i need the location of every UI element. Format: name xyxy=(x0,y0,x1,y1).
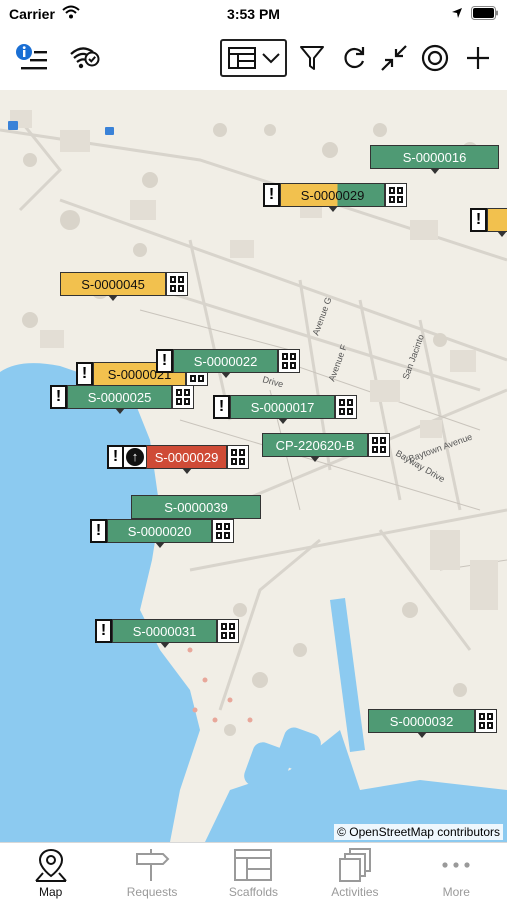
qr-code-icon xyxy=(172,385,194,409)
collapse-icon xyxy=(381,45,407,71)
qr-code-icon xyxy=(166,272,188,296)
scaffold-marker[interactable]: ! S-0000017 xyxy=(213,395,357,424)
marker-label: S-0000025 xyxy=(67,385,172,414)
refresh-icon xyxy=(344,47,365,69)
street-label-san-jacinto: San Jacinto xyxy=(400,333,425,381)
marker-label: S-0000029 xyxy=(280,183,385,212)
qr-code-icon xyxy=(212,519,234,543)
qr-code-icon xyxy=(335,395,357,419)
tab-label: More xyxy=(442,885,470,899)
qr-code-icon xyxy=(278,349,300,373)
marker-label: S-0000032 xyxy=(368,709,475,738)
warning-icon: ! xyxy=(50,385,67,409)
map-pin-icon xyxy=(34,848,67,882)
warning-icon: ! xyxy=(213,395,230,419)
warning-icon: ! xyxy=(76,362,93,386)
qr-code-icon xyxy=(227,445,249,469)
status-bar: Carrier 3:53 PM xyxy=(0,0,507,30)
map-view[interactable]: Avenue G Avenue F San Jacinto Baytown Av… xyxy=(0,90,507,842)
tab-scaffolds[interactable]: Scaffolds xyxy=(203,843,304,900)
more-dots-icon xyxy=(442,862,470,868)
qr-code-icon xyxy=(368,433,390,457)
warning-icon: ! xyxy=(107,445,124,469)
scaffold-grid-icon xyxy=(234,849,273,881)
scaffold-marker[interactable]: ! S-0000020 xyxy=(90,519,234,548)
lift-icon: ↑ xyxy=(124,445,146,469)
target-icon xyxy=(421,44,449,72)
scaffold-marker[interactable]: ! ↑ S-0000029 xyxy=(107,445,249,474)
collapse-button[interactable] xyxy=(378,40,410,76)
map-attribution[interactable]: © OpenStreetMap contributors xyxy=(334,824,503,840)
qr-code-icon xyxy=(217,619,239,643)
table-layout-icon xyxy=(227,47,256,69)
scaffold-marker[interactable]: S-0000032 xyxy=(368,709,497,738)
locate-button[interactable] xyxy=(418,40,452,76)
marker-label: S-0000017 xyxy=(230,395,335,424)
marker-label: S-0000031 xyxy=(112,619,217,648)
tab-activities[interactable]: Activities xyxy=(304,843,405,900)
location-arrow-icon xyxy=(452,8,462,18)
filter-icon xyxy=(300,46,324,70)
street-label-avenue-f: Avenue F xyxy=(326,343,349,383)
tab-requests[interactable]: Requests xyxy=(101,843,202,900)
scaffold-marker[interactable]: ! S-0000031 xyxy=(95,619,239,648)
tab-label: Activities xyxy=(331,885,379,899)
chevron-down-icon xyxy=(261,53,280,64)
tab-label: Map xyxy=(39,885,63,899)
scaffold-marker[interactable]: ! S-0000022 xyxy=(156,349,300,378)
tab-label: Scaffolds xyxy=(228,885,279,899)
stacked-pages-icon xyxy=(338,848,371,882)
add-button[interactable] xyxy=(462,40,494,76)
scaffold-marker[interactable]: ! S-0000025 xyxy=(50,385,194,414)
warning-icon: ! xyxy=(263,183,280,207)
info-list-button[interactable] xyxy=(14,40,50,76)
marker-label: S-0000045 xyxy=(60,272,166,301)
refresh-button[interactable] xyxy=(338,40,370,76)
scaffold-marker[interactable]: S-0000045 xyxy=(60,272,188,301)
qr-code-icon xyxy=(385,183,407,207)
wifi-check-icon xyxy=(70,47,100,69)
marker-label: S-0000020 xyxy=(107,519,212,548)
marker-label: S-0000039 xyxy=(131,495,261,524)
sync-status-button[interactable] xyxy=(66,40,102,76)
tab-more[interactable]: More xyxy=(406,843,507,900)
warning-icon: ! xyxy=(90,519,107,543)
filter-button[interactable] xyxy=(296,40,328,76)
map-toolbar xyxy=(0,30,507,90)
street-label-avenue-g: Avenue G xyxy=(310,296,333,337)
warning-icon: ! xyxy=(95,619,112,643)
marker-label: S-0000016 xyxy=(370,145,499,174)
add-icon xyxy=(467,47,489,69)
tab-label: Requests xyxy=(126,885,178,899)
tab-map[interactable]: Map xyxy=(0,843,101,900)
marker-label-partial xyxy=(487,208,507,237)
warning-icon: ! xyxy=(470,208,487,232)
scaffold-marker[interactable]: S-0000016 xyxy=(370,145,499,174)
scaffold-marker-offscreen[interactable]: ! xyxy=(470,208,507,237)
marker-label: CP-220620-B xyxy=(262,433,368,462)
signpost-icon xyxy=(136,849,170,881)
tab-bar: Map Requests Scaffolds Activities More xyxy=(0,842,507,900)
scaffold-marker[interactable]: S-0000039 xyxy=(131,495,261,524)
qr-code-icon xyxy=(475,709,497,733)
marker-label: S-0000022 xyxy=(173,349,278,378)
scaffold-marker[interactable]: CP-220620-B xyxy=(262,433,390,462)
street-label-drive: Drive xyxy=(261,374,284,389)
scaffold-marker[interactable]: ! S-0000029 xyxy=(263,183,407,212)
warning-icon: ! xyxy=(156,349,173,373)
battery-icon xyxy=(471,6,498,20)
info-list-icon xyxy=(16,44,47,70)
marker-label: S-0000029 xyxy=(146,445,227,474)
layer-select[interactable] xyxy=(220,39,287,77)
status-time: 3:53 PM xyxy=(227,6,280,22)
